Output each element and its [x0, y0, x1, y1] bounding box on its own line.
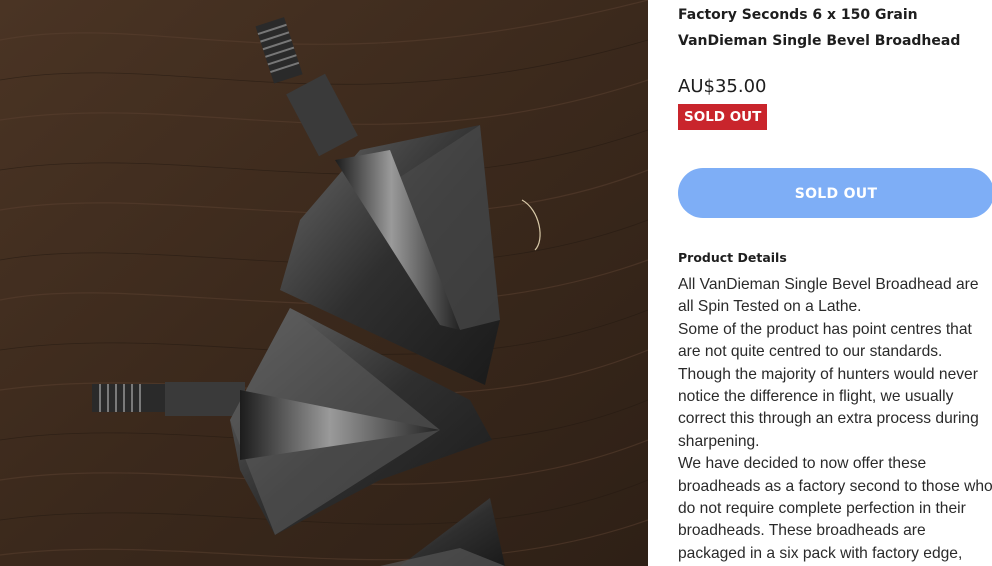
product-price: AU$35.00 — [678, 76, 767, 97]
description-paragraph: We have decided to now offer these broad… — [678, 455, 992, 562]
product-description: All VanDieman Single Bevel Broadhead are… — [678, 274, 992, 565]
product-details-panel: Factory Seconds 6 x 150 Grain VanDieman … — [678, 0, 992, 566]
description-paragraph: All VanDieman Single Bevel Broadhead are… — [678, 276, 979, 316]
product-title: Factory Seconds 6 x 150 Grain VanDieman … — [678, 7, 961, 49]
sold-out-badge: SOLD OUT — [678, 104, 768, 130]
product-image[interactable] — [0, 0, 648, 566]
sold-out-button[interactable]: SOLD OUT — [678, 168, 992, 218]
description-paragraph: Some of the product has point centres th… — [678, 320, 979, 450]
product-details-heading: Product Details — [678, 250, 787, 265]
broadhead-photo — [0, 0, 648, 566]
